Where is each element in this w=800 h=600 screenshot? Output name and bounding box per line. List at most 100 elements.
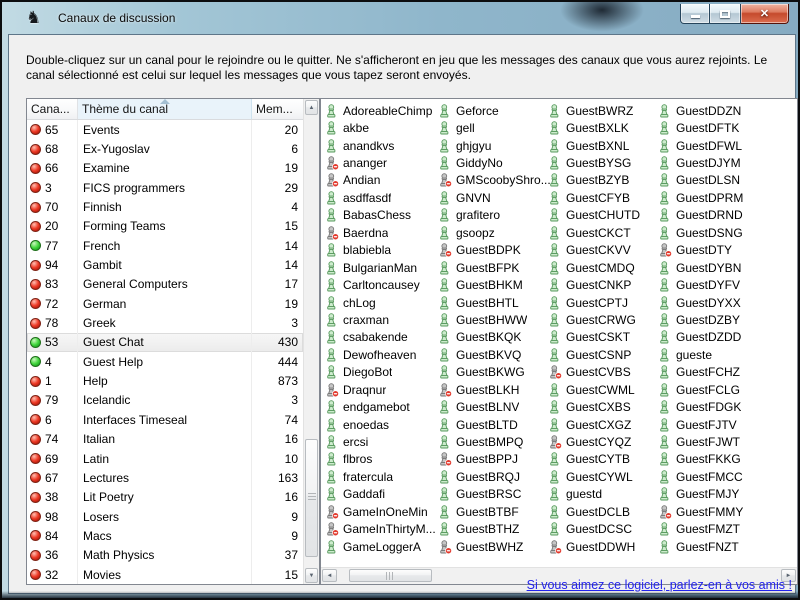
- horizontal-scrollbar-thumb[interactable]: [349, 569, 432, 582]
- user-list-item[interactable]: guestd: [548, 486, 660, 503]
- user-list-item[interactable]: GuestDLSN: [658, 172, 770, 189]
- user-list-item[interactable]: GameInThirtyM...: [325, 521, 437, 538]
- user-list-item[interactable]: GuestCYTB: [548, 451, 660, 468]
- channel-row[interactable]: 70Finnish4: [27, 197, 303, 216]
- user-list-item[interactable]: GuestFMMY: [658, 503, 770, 520]
- user-list-item[interactable]: anandkvs: [325, 137, 437, 154]
- channel-row[interactable]: 65Events20: [27, 120, 303, 139]
- user-list-item[interactable]: GuestDDZN: [658, 102, 770, 119]
- maximize-button[interactable]: [710, 4, 741, 24]
- user-list-item[interactable]: GuestFKKG: [658, 451, 770, 468]
- user-list-item[interactable]: GuestFCLG: [658, 381, 770, 398]
- channel-row[interactable]: 4Guest Help444: [27, 352, 303, 371]
- user-list-item[interactable]: GNVN: [438, 189, 550, 206]
- column-header-channel[interactable]: Cana...: [27, 99, 78, 119]
- scroll-up-arrow-icon[interactable]: ▲: [305, 100, 318, 115]
- scroll-left-arrow-icon[interactable]: ◄: [322, 569, 337, 582]
- user-list-item[interactable]: GuestBFPK: [438, 259, 550, 276]
- user-list-item[interactable]: craxman: [325, 311, 437, 328]
- user-list-item[interactable]: GuestCFYB: [548, 189, 660, 206]
- user-list-item[interactable]: Andian: [325, 172, 437, 189]
- user-list-item[interactable]: GuestBLNV: [438, 398, 550, 415]
- user-list-item[interactable]: GuestDTY: [658, 242, 770, 259]
- user-list-item[interactable]: GuestBWHZ: [438, 538, 550, 555]
- user-list-item[interactable]: ghjgyu: [438, 137, 550, 154]
- channel-row[interactable]: 6Interfaces Timeseal74: [27, 410, 303, 429]
- channel-row[interactable]: 79Icelandic3: [27, 391, 303, 410]
- user-list-item[interactable]: GameInOneMin: [325, 503, 437, 520]
- user-list-item[interactable]: GuestFJWT: [658, 433, 770, 450]
- user-list-item[interactable]: GuestBHWW: [438, 311, 550, 328]
- user-list-item[interactable]: GuestDYBN: [658, 259, 770, 276]
- user-list-item[interactable]: GuestCHUTD: [548, 207, 660, 224]
- user-list-item[interactable]: GuestFMZT: [658, 521, 770, 538]
- user-list-item[interactable]: GuestDSNG: [658, 224, 770, 241]
- user-list-item[interactable]: gell: [438, 119, 550, 136]
- user-list-item[interactable]: GuestBKQK: [438, 329, 550, 346]
- column-header-members[interactable]: Mem...: [252, 99, 303, 119]
- channel-row[interactable]: 68Ex-Yugoslav6: [27, 139, 303, 158]
- user-list-item[interactable]: GuestDCLB: [548, 503, 660, 520]
- channel-row[interactable]: 94Gambit14: [27, 255, 303, 274]
- channel-row[interactable]: 78Greek3: [27, 313, 303, 332]
- user-list-item[interactable]: chLog: [325, 294, 437, 311]
- user-list-item[interactable]: BabasChess: [325, 207, 437, 224]
- user-list-item[interactable]: GuestBYSG: [548, 154, 660, 171]
- user-list-item[interactable]: grafitero: [438, 207, 550, 224]
- channel-row[interactable]: 32Movies15: [27, 565, 303, 584]
- channel-row[interactable]: 53Guest Chat430: [27, 333, 303, 352]
- channel-row[interactable]: 72German19: [27, 294, 303, 313]
- user-list-item[interactable]: GuestDRND: [658, 207, 770, 224]
- user-list-item[interactable]: GuestFMJY: [658, 486, 770, 503]
- user-list-item[interactable]: GuestCWML: [548, 381, 660, 398]
- user-list-item[interactable]: GameLoggerA: [325, 538, 437, 555]
- user-list-item[interactable]: GuestDYXX: [658, 294, 770, 311]
- channel-row[interactable]: 3FICS programmers29: [27, 178, 303, 197]
- user-list-item[interactable]: asdffasdf: [325, 189, 437, 206]
- user-list-item[interactable]: GuestBMPQ: [438, 433, 550, 450]
- user-list-item[interactable]: BulgarianMan: [325, 259, 437, 276]
- channel-row[interactable]: 67Lectures163: [27, 468, 303, 487]
- user-list-item[interactable]: GuestFDGK: [658, 398, 770, 415]
- user-list-item[interactable]: GuestFMCC: [658, 468, 770, 485]
- channel-vertical-scrollbar[interactable]: ▲ ▼: [303, 99, 319, 584]
- user-list-item[interactable]: flbros: [325, 451, 437, 468]
- user-list-item[interactable]: GuestBTHZ: [438, 521, 550, 538]
- user-list-item[interactable]: Draqnur: [325, 381, 437, 398]
- user-list-item[interactable]: GuestCVBS: [548, 364, 660, 381]
- channel-row[interactable]: 98Losers9: [27, 507, 303, 526]
- user-list-item[interactable]: GuestCSKT: [548, 329, 660, 346]
- user-list-item[interactable]: GuestDCSC: [548, 521, 660, 538]
- user-list-item[interactable]: GuestCSNP: [548, 346, 660, 363]
- channel-row[interactable]: 84Macs9: [27, 526, 303, 545]
- user-list-item[interactable]: GuestCYWL: [548, 468, 660, 485]
- user-list-item[interactable]: GuestDZBY: [658, 311, 770, 328]
- user-list-item[interactable]: gueste: [658, 346, 770, 363]
- user-list-item[interactable]: fratercula: [325, 468, 437, 485]
- user-list-item[interactable]: GuestDPRM: [658, 189, 770, 206]
- user-list-item[interactable]: AdoreableChimp: [325, 102, 437, 119]
- channel-row[interactable]: 69Latin10: [27, 449, 303, 468]
- user-list-item[interactable]: GuestBHKM: [438, 276, 550, 293]
- user-list-item[interactable]: blabiebla: [325, 242, 437, 259]
- channel-row[interactable]: 74Italian16: [27, 430, 303, 449]
- user-list-item[interactable]: GuestCXBS: [548, 398, 660, 415]
- user-list-item[interactable]: Carltoncausey: [325, 276, 437, 293]
- user-list-item[interactable]: GuestCRWG: [548, 311, 660, 328]
- user-list-item[interactable]: Geforce: [438, 102, 550, 119]
- user-list-item[interactable]: GuestBHTL: [438, 294, 550, 311]
- user-list-item[interactable]: GuestBXNL: [548, 137, 660, 154]
- user-list-item[interactable]: GuestDYFV: [658, 276, 770, 293]
- column-header-theme[interactable]: Thème du canal: [78, 99, 252, 119]
- channel-row[interactable]: 83General Computers17: [27, 275, 303, 294]
- user-list-item[interactable]: GuestFNZT: [658, 538, 770, 555]
- user-list-item[interactable]: GuestBDPK: [438, 242, 550, 259]
- user-list-item[interactable]: GuestDJYM: [658, 154, 770, 171]
- channel-row[interactable]: 1Help873: [27, 371, 303, 390]
- share-link[interactable]: Si vous aimez ce logiciel, parlez-en à v…: [527, 578, 792, 592]
- channel-row[interactable]: 36Math Physics37: [27, 546, 303, 565]
- user-list-item[interactable]: GuestDFWL: [658, 137, 770, 154]
- user-list-item[interactable]: Dewofheaven: [325, 346, 437, 363]
- user-list-item[interactable]: GuestBRSC: [438, 486, 550, 503]
- user-list-item[interactable]: GuestCXGZ: [548, 416, 660, 433]
